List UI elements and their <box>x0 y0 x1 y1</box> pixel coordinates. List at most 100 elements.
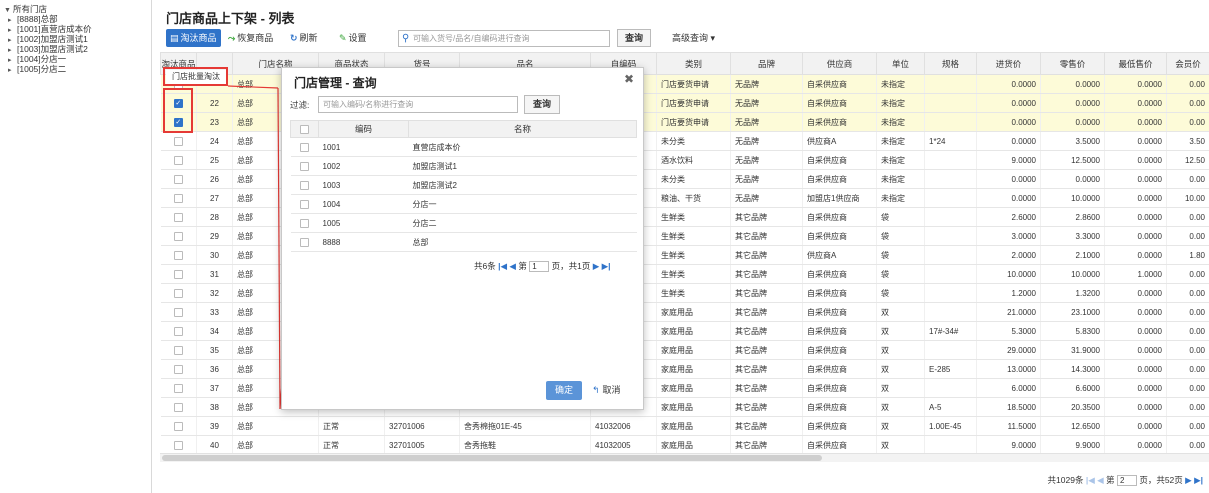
checkbox-icon[interactable] <box>173 288 183 298</box>
col-spec-header[interactable]: 规格 <box>924 52 977 75</box>
checkbox-icon[interactable] <box>300 218 309 228</box>
tree-node[interactable]: ▸ [1004]分店一 <box>4 54 151 64</box>
collapsed-arrow-icon[interactable]: ▸ <box>8 66 17 76</box>
col-brand-header[interactable]: 品牌 <box>730 52 803 75</box>
checkbox-icon[interactable] <box>300 180 309 190</box>
row-checkbox[interactable] <box>160 435 197 455</box>
list-item[interactable]: 8888 总部 <box>290 232 637 252</box>
last-page-icon[interactable]: ▶| <box>602 261 611 271</box>
row-checkbox[interactable] <box>160 131 197 151</box>
select-all-checkbox[interactable] <box>290 120 319 138</box>
col-category-header[interactable]: 类别 <box>656 52 731 75</box>
scroll-thumb[interactable] <box>162 455 822 461</box>
checkbox-icon[interactable] <box>173 250 183 260</box>
cancel-button[interactable]: ↰ 取消 <box>592 381 621 400</box>
filter-input[interactable]: 可输入编码/名称进行查询 <box>318 96 518 113</box>
row-checkbox[interactable] <box>160 397 197 417</box>
list-item[interactable]: 1002 加盟店测试1 <box>290 156 637 176</box>
checkbox-icon[interactable] <box>173 402 183 412</box>
ok-button[interactable]: 确定 <box>546 381 582 400</box>
row-checkbox[interactable] <box>160 207 197 227</box>
restore-goods-button[interactable]: ⤳ 恢复商品 <box>228 29 273 47</box>
first-page-icon[interactable]: |◀ <box>498 261 507 271</box>
tree-node[interactable]: ▸ [1002]加盟店测试1 <box>4 34 151 44</box>
row-checkbox[interactable] <box>160 283 197 303</box>
eliminate-goods-button[interactable]: ▤ 淘汰商品 <box>166 29 221 47</box>
row-checkbox[interactable] <box>160 302 197 322</box>
row-checkbox[interactable] <box>160 416 197 436</box>
checkbox-icon[interactable] <box>173 212 183 222</box>
tree-node[interactable]: ▸ [1005]分店二 <box>4 64 151 74</box>
checkbox-icon[interactable] <box>173 174 183 184</box>
store-checkbox[interactable] <box>290 213 319 233</box>
close-icon[interactable]: ✖ <box>624 72 634 86</box>
checkbox-icon[interactable] <box>173 364 183 374</box>
page-number-input[interactable]: 2 <box>1116 475 1137 487</box>
checkbox-icon[interactable] <box>300 237 309 247</box>
list-item[interactable]: 1001 直营店成本价 <box>290 137 637 157</box>
row-checkbox[interactable] <box>160 378 197 398</box>
list-item[interactable]: 1003 加盟店测试2 <box>290 175 637 195</box>
page-number-input[interactable]: 1 <box>529 261 550 273</box>
list-item[interactable]: 1004 分店一 <box>290 194 637 214</box>
store-checkbox[interactable] <box>290 232 319 252</box>
cell-spec <box>924 245 977 265</box>
query-button[interactable]: 查询 <box>617 29 651 47</box>
table-row[interactable]: 39 总部 正常 32701006 舍秀棉拖01E-45 41032006 家庭用品 其它品牌… <box>160 416 1209 436</box>
col-retail-header[interactable]: 零售价 <box>1040 52 1105 75</box>
checkbox-icon[interactable] <box>173 421 183 431</box>
checkbox-icon[interactable] <box>300 161 309 171</box>
search-input[interactable]: ⚲ 可输入货号/品名/自编码进行查询 <box>398 30 610 47</box>
checkbox-icon[interactable] <box>173 440 183 450</box>
checkbox-icon[interactable] <box>173 193 183 203</box>
prev-page-icon[interactable]: ◀ <box>1097 475 1104 485</box>
next-page-icon[interactable]: ▶ <box>593 261 600 271</box>
row-checkbox[interactable] <box>160 264 197 284</box>
row-checkbox[interactable] <box>160 226 197 246</box>
refresh-button[interactable]: ↻ 刷新 <box>290 29 318 47</box>
cell-supplier: 自采供应商 <box>802 264 877 284</box>
horizontal-scrollbar[interactable] <box>160 453 1209 462</box>
checkbox-icon[interactable] <box>173 231 183 241</box>
checkbox-icon[interactable] <box>173 345 183 355</box>
cell-cat: 生鲜类 <box>656 283 731 303</box>
store-code: 1002 <box>318 156 409 176</box>
row-checkbox[interactable] <box>160 340 197 360</box>
checkbox-icon[interactable] <box>173 326 183 336</box>
advanced-query-button[interactable]: 高级查询 ▾ <box>672 29 715 47</box>
filter-query-button[interactable]: 查询 <box>524 95 560 114</box>
last-page-icon[interactable]: ▶| <box>1194 475 1203 485</box>
store-checkbox[interactable] <box>290 194 319 214</box>
list-item[interactable]: 1005 分店二 <box>290 213 637 233</box>
checkbox-icon[interactable] <box>300 199 309 209</box>
col-supplier-header[interactable]: 供应商 <box>802 52 877 75</box>
tree-node[interactable]: ▸ [1003]加盟店测试2 <box>4 44 151 54</box>
first-page-icon[interactable]: |◀ <box>1086 475 1095 485</box>
prev-page-icon[interactable]: ◀ <box>509 261 516 271</box>
col-unit-header[interactable]: 单位 <box>876 52 925 75</box>
tree-node[interactable]: ▸ [8888]总部 <box>4 14 151 24</box>
tree-node[interactable]: ▸ [1001]直营店成本价 <box>4 24 151 34</box>
store-checkbox[interactable] <box>290 137 319 157</box>
settings-button[interactable]: ✎ 设置 <box>339 29 367 47</box>
col-min-price-header[interactable]: 最低售价 <box>1104 52 1167 75</box>
col-member-price-header[interactable]: 会员价 <box>1166 52 1209 75</box>
store-checkbox[interactable] <box>290 156 319 176</box>
row-checkbox[interactable] <box>160 169 197 189</box>
tree-root[interactable]: ▼ 所有门店 <box>4 4 151 14</box>
row-checkbox[interactable] <box>160 321 197 341</box>
table-row[interactable]: 40 总部 正常 32701005 舍秀拖鞋 41032005 家庭用品 其它品牌 自采供应商双… <box>160 435 1209 455</box>
checkbox-icon[interactable] <box>173 136 183 146</box>
col-cost-header[interactable]: 进货价 <box>976 52 1041 75</box>
checkbox-icon[interactable] <box>173 307 183 317</box>
checkbox-icon[interactable] <box>173 383 183 393</box>
row-checkbox[interactable] <box>160 188 197 208</box>
next-page-icon[interactable]: ▶ <box>1185 475 1192 485</box>
checkbox-icon[interactable] <box>173 269 183 279</box>
row-checkbox[interactable] <box>160 150 197 170</box>
store-checkbox[interactable] <box>290 175 319 195</box>
checkbox-icon[interactable] <box>173 155 183 165</box>
row-checkbox[interactable] <box>160 359 197 379</box>
row-checkbox[interactable] <box>160 245 197 265</box>
checkbox-icon[interactable] <box>300 142 309 152</box>
